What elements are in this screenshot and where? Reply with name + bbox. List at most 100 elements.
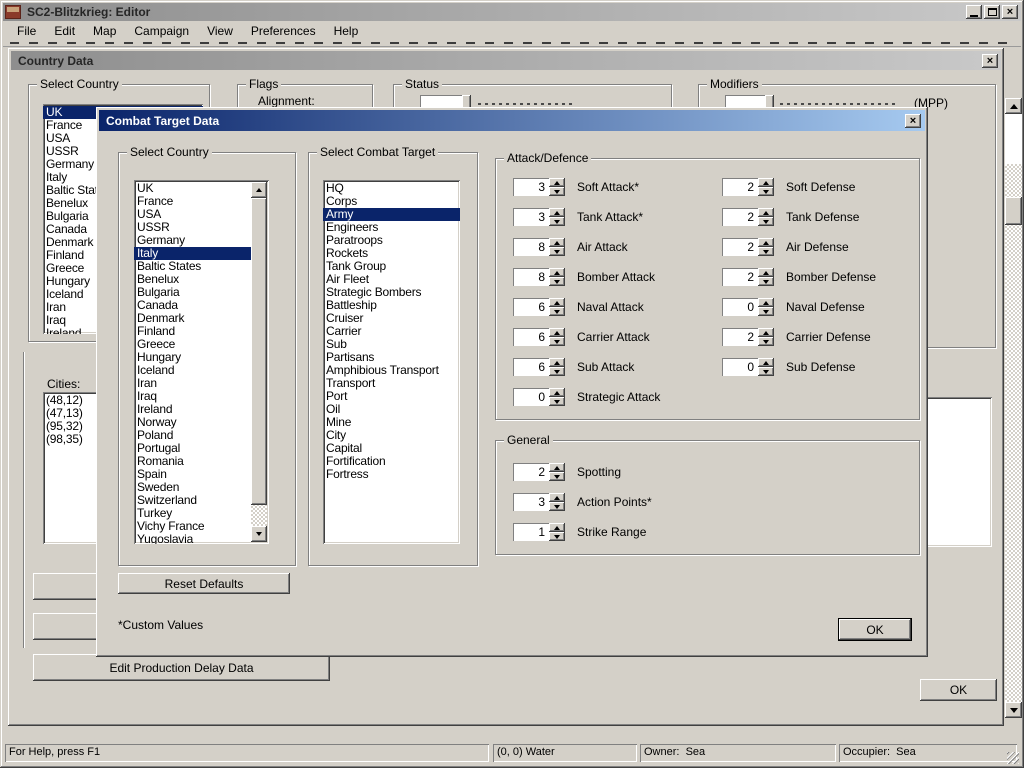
scroll-up-button[interactable] xyxy=(251,182,267,198)
spinner-up-button[interactable] xyxy=(549,268,565,277)
combat-dialog-titlebar: Combat Target Data × xyxy=(99,110,925,131)
spinner-value[interactable]: 0 xyxy=(722,298,758,316)
combat-dialog-ok-button[interactable]: OK xyxy=(838,618,912,641)
application-window: SC2-Blitzkrieg: Editor × FileEditMapCamp… xyxy=(0,0,1024,768)
spinner-value[interactable]: 6 xyxy=(513,358,549,376)
spinner-down-button[interactable] xyxy=(758,217,774,226)
spinner-value[interactable]: 2 xyxy=(513,463,549,481)
spinner-value[interactable]: 8 xyxy=(513,238,549,256)
spinner-label: Bomber Defense xyxy=(786,268,876,286)
spinner-down-button[interactable] xyxy=(549,397,565,406)
scroll-down-button[interactable] xyxy=(1005,702,1022,718)
close-button[interactable]: × xyxy=(1002,5,1018,19)
spinner-value[interactable]: 1 xyxy=(513,523,549,541)
combat-country-scrollbar[interactable] xyxy=(251,182,267,542)
spinner-down-button[interactable] xyxy=(549,532,565,541)
country-list-item[interactable]: Yugoslavia xyxy=(134,533,251,544)
target-list-item[interactable]: Fortress xyxy=(323,468,460,481)
status-owner: Owner: Sea xyxy=(640,744,836,762)
map-vertical-scrollbar[interactable] xyxy=(1005,98,1022,718)
menu-item[interactable]: View xyxy=(198,22,242,40)
arrow-up-icon xyxy=(554,466,560,470)
menu-item[interactable]: Edit xyxy=(45,22,84,40)
spinner-up-button[interactable] xyxy=(758,238,774,247)
spinner-value[interactable]: 3 xyxy=(513,493,549,511)
scrollbar-thumb[interactable] xyxy=(251,198,267,505)
arrow-down-icon xyxy=(763,250,769,254)
scroll-up-button[interactable] xyxy=(1005,98,1022,114)
spinner-up-button[interactable] xyxy=(758,208,774,217)
scroll-down-button[interactable] xyxy=(251,526,267,542)
country-dialog-titlebar: Country Data × xyxy=(11,51,1001,70)
spinner-up-button[interactable] xyxy=(549,328,565,337)
spinner-down-button[interactable] xyxy=(549,337,565,346)
spinner-up-button[interactable] xyxy=(549,238,565,247)
spinner-value[interactable]: 2 xyxy=(722,178,758,196)
spinner-up-button[interactable] xyxy=(549,358,565,367)
target-list-item[interactable]: Port xyxy=(323,390,460,403)
spinner-up-button[interactable] xyxy=(549,523,565,532)
spinner-up-button[interactable] xyxy=(758,268,774,277)
spinner-up-button[interactable] xyxy=(549,463,565,472)
spinner-arrows xyxy=(549,178,565,196)
combat-dialog-close-button[interactable]: × xyxy=(905,114,921,128)
edit-production-delay-button[interactable]: Edit Production Delay Data xyxy=(33,654,330,681)
spinner-arrows xyxy=(758,208,774,226)
spinner-down-button[interactable] xyxy=(758,367,774,376)
spinner-value[interactable]: 0 xyxy=(513,388,549,406)
spinner-down-button[interactable] xyxy=(549,217,565,226)
scrollbar-thumb[interactable] xyxy=(1005,197,1022,225)
country-dialog-close-button[interactable]: × xyxy=(982,54,998,68)
spinner-value[interactable]: 2 xyxy=(722,328,758,346)
menu-item[interactable]: Campaign xyxy=(125,22,198,40)
spinner-value[interactable]: 8 xyxy=(513,268,549,286)
menu-item[interactable]: File xyxy=(8,22,45,40)
spinner-up-button[interactable] xyxy=(549,388,565,397)
spinner-value[interactable]: 3 xyxy=(513,208,549,226)
spinner-up-button[interactable] xyxy=(549,178,565,187)
spinner-down-button[interactable] xyxy=(549,277,565,286)
spinner-down-button[interactable] xyxy=(758,187,774,196)
menu-item[interactable]: Preferences xyxy=(242,22,325,40)
status-tile-info: (0, 0) Water xyxy=(493,744,637,762)
spinner-down-button[interactable] xyxy=(758,337,774,346)
scrollbar-track-segment xyxy=(1005,114,1022,164)
spinner-up-button[interactable] xyxy=(758,298,774,307)
resize-grip[interactable] xyxy=(1007,752,1019,764)
spinner-down-button[interactable] xyxy=(549,187,565,196)
spinner-row: 2 Spotting xyxy=(513,463,652,481)
spinner-down-button[interactable] xyxy=(549,247,565,256)
spinner-value[interactable]: 3 xyxy=(513,178,549,196)
maximize-button[interactable] xyxy=(984,5,1000,19)
spinner-down-button[interactable] xyxy=(549,367,565,376)
spinner-down-button[interactable] xyxy=(549,307,565,316)
spinner-up-button[interactable] xyxy=(549,208,565,217)
spinner-down-button[interactable] xyxy=(758,247,774,256)
spinner-value[interactable]: 2 xyxy=(722,268,758,286)
spinner-up-button[interactable] xyxy=(758,358,774,367)
spinner-down-button[interactable] xyxy=(549,472,565,481)
minimize-button[interactable] xyxy=(966,5,982,19)
spinner-up-button[interactable] xyxy=(549,298,565,307)
spinner-value[interactable]: 2 xyxy=(722,238,758,256)
spinner-up-button[interactable] xyxy=(549,493,565,502)
spinner-up-button[interactable] xyxy=(758,178,774,187)
spinner-arrows xyxy=(549,523,565,541)
spinner-value[interactable]: 2 xyxy=(722,208,758,226)
spinner-value[interactable]: 6 xyxy=(513,328,549,346)
combat-country-list[interactable]: UKFranceUSAUSSRGermanyItalyBaltic States… xyxy=(134,180,269,544)
spinner-up-button[interactable] xyxy=(758,328,774,337)
country-dialog-ok-button[interactable]: OK xyxy=(920,679,997,701)
spinner-row: 2 Soft Defense xyxy=(722,178,876,196)
spinner-down-button[interactable] xyxy=(758,277,774,286)
general-group-label: General xyxy=(504,433,553,447)
combat-target-list[interactable]: HQCorpsArmyEngineersParatroopsRocketsTan… xyxy=(323,180,460,544)
reset-defaults-button[interactable]: Reset Defaults xyxy=(118,573,290,594)
spinner-value[interactable]: 0 xyxy=(722,358,758,376)
spinner-down-button[interactable] xyxy=(549,502,565,511)
spinner-down-button[interactable] xyxy=(758,307,774,316)
spinner-value[interactable]: 6 xyxy=(513,298,549,316)
menu-item[interactable]: Help xyxy=(325,22,368,40)
status-occupier: Occupier: Sea xyxy=(839,744,1017,762)
menu-item[interactable]: Map xyxy=(84,22,125,40)
